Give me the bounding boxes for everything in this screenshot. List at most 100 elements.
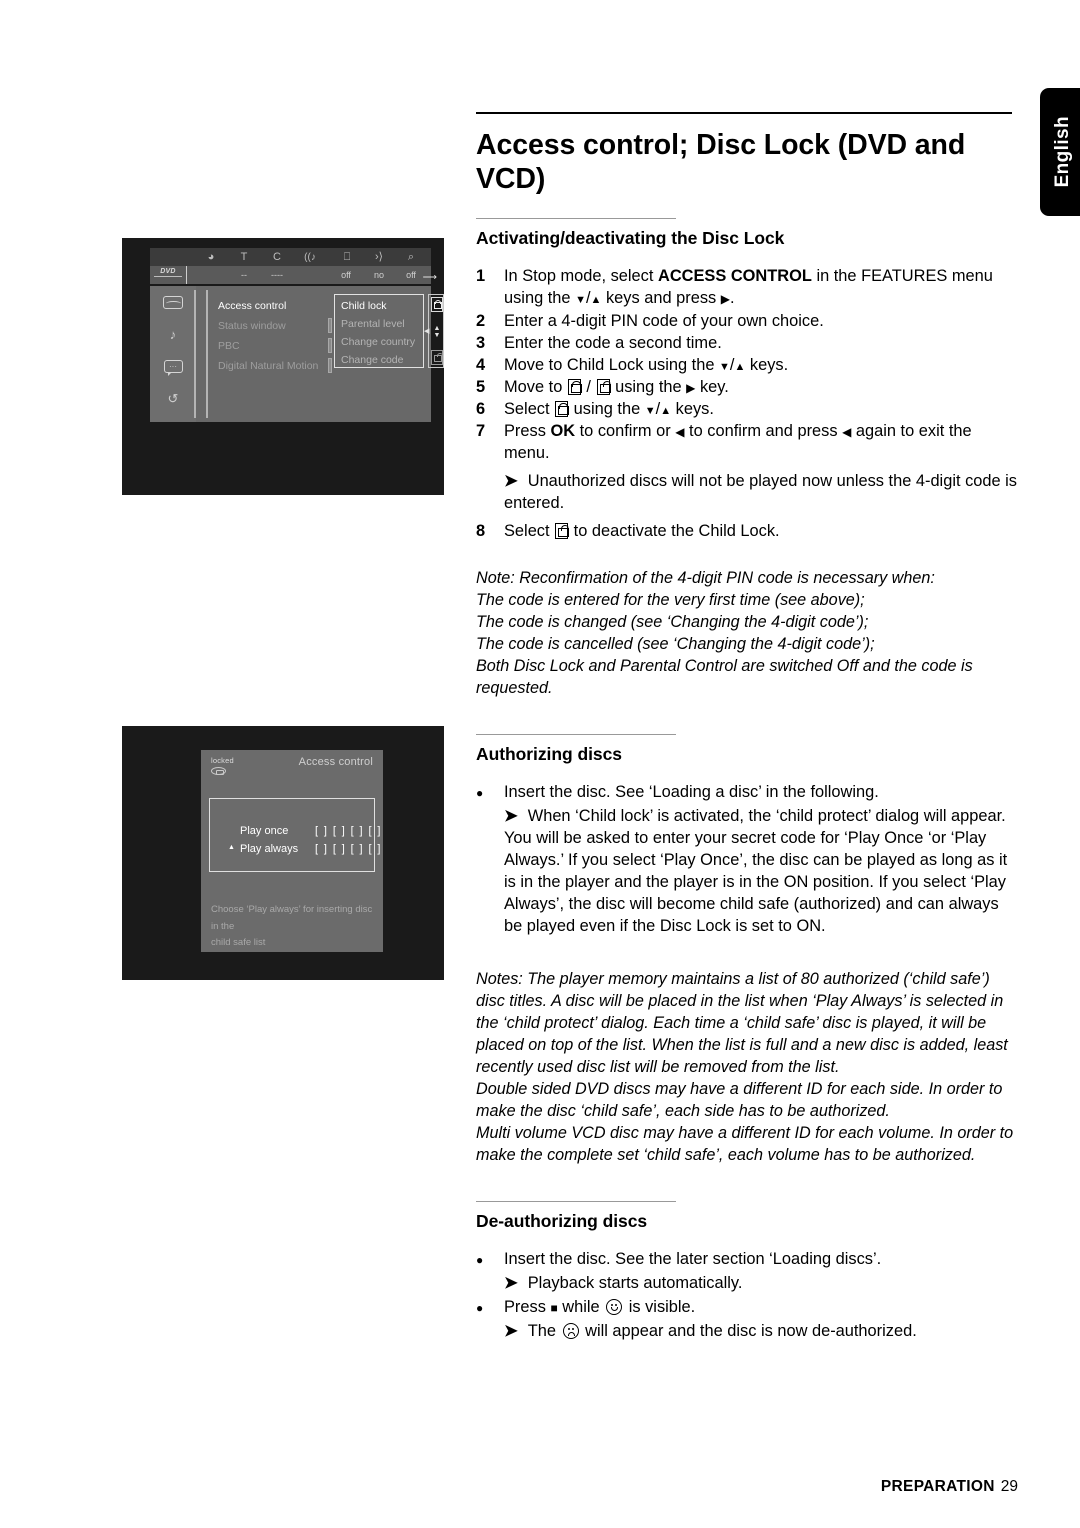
step-text: Enter the code a second time. (504, 333, 722, 352)
step-item: 2 Enter a 4-digit PIN code of your own c… (476, 310, 1021, 332)
bullet-text: Insert the disc. See ‘Loading a disc’ in… (504, 782, 879, 801)
bullet-item: Insert the disc. See ‘Loading a disc’ in… (476, 781, 1021, 803)
submenu-item-parental-level[interactable]: Parental level (341, 315, 425, 333)
left-arrow-icon: ◀ (424, 328, 430, 335)
content-column: Access control; Disc Lock (DVD and VCD) … (476, 112, 1021, 1348)
osd-sidebar-divider (194, 290, 196, 418)
zoom-icon: ⌕ (407, 251, 415, 263)
disc-icon: ◕ (207, 251, 215, 263)
step-item: 5 Move to / using the key. (476, 376, 1021, 398)
submenu-item-change-code[interactable]: Change code (341, 351, 425, 369)
dialog-hint: Choose ‘Play always’ for inserting disc … (211, 902, 377, 952)
osd-toolbar-icons-row (150, 248, 431, 266)
up-arrow-icon (660, 400, 671, 418)
chapter-value: ---- (271, 270, 283, 280)
lock-closed-icon (555, 400, 570, 417)
play-once-label: Play once (240, 825, 289, 837)
down-arrow-icon (575, 289, 586, 307)
steps-list: 1 In Stop mode, select ACCESS CONTROL in… (476, 265, 1021, 542)
lock-closed-icon[interactable] (431, 297, 443, 312)
step-result-text: Unauthorized discs will not be played no… (504, 471, 1017, 512)
arrow-bullet-icon: ➤ (504, 471, 518, 490)
osd-divider (186, 266, 187, 284)
note-line: Both Disc Lock and Parental Control are … (476, 656, 973, 697)
frowning-face-icon (562, 1323, 579, 1340)
language-icon: ··· (160, 356, 186, 378)
note-paragraph: Notes: The player memory maintains a lis… (476, 970, 1008, 1077)
menu-item-status-window[interactable]: Status window (218, 316, 330, 336)
step-number: 8 (476, 522, 486, 541)
section-rule (476, 218, 676, 220)
step-number: 6 (476, 399, 486, 418)
toolbar-arrow-icon: ⟶ (422, 272, 437, 283)
osd-menu-list: Access control Status window PBC Digital… (206, 290, 444, 418)
step-number: 5 (476, 377, 486, 396)
section-rule (476, 1200, 676, 1202)
step-number: 7 (476, 421, 486, 440)
note-line: Note: Reconfirmation of the 4-digit PIN … (476, 569, 935, 588)
child-protect-panel: locked Access control Play once [ ] [ ] … (201, 750, 383, 952)
note-line: The code is entered for the very first t… (476, 591, 865, 610)
bullet-result-text: Playback starts automatically. (527, 1273, 743, 1292)
option-row-play-always[interactable]: ▲ Play always [ ] [ ] [ ] [ ] (210, 839, 380, 859)
step-text: In Stop mode, select ACCESS CONTROL in t… (504, 265, 1021, 309)
note-line: The code is changed (see ‘Changing the 4… (476, 613, 869, 632)
screenshot-dvd-menu: DVD ◕ T C ((♪ ⎕ ›⟩ ⌕ -- ---- off no off … (122, 238, 444, 495)
step-number: 4 (476, 355, 486, 374)
play-always-code-field[interactable]: [ ] [ ] [ ] [ ] (315, 839, 382, 859)
osd-toolbar: DVD ◕ T C ((♪ ⎕ ›⟩ ⌕ -- ---- off no off … (150, 248, 437, 284)
step-text: Move to / using the key. (504, 376, 1021, 398)
play-always-label: Play always (240, 843, 299, 855)
note-block-activating: Note: Reconfirmation of the 4-digit PIN … (476, 568, 1021, 700)
lock-open-icon (555, 523, 570, 540)
osd-lock-selector[interactable]: ◀ ▲ ▼ (424, 294, 444, 368)
language-tab-label: English (1052, 116, 1073, 188)
up-arrow-icon (734, 356, 745, 374)
down-arrow-icon (645, 400, 656, 418)
step-text: Select to deactivate the Child Lock. (504, 522, 780, 541)
step-item: 6 Select using the / keys. (476, 398, 1021, 420)
smiley-face-icon (606, 1298, 623, 1315)
step-number: 3 (476, 333, 486, 352)
page-title: Access control; Disc Lock (DVD and VCD) (476, 129, 966, 196)
bullet-result-note: ➤ Playback starts automatically. (504, 1272, 1021, 1294)
title-rule (476, 112, 1012, 114)
step-result-note: ➤ Unauthorized discs will not be played n… (504, 470, 1021, 514)
bullet-result-note: ➤ When ‘Child lock’ is activated, the ‘ch… (504, 805, 1021, 937)
bullet-dot-icon (476, 1248, 504, 1270)
bullet-result-text: When ‘Child lock’ is activated, the ‘chi… (504, 806, 1008, 936)
menu-item-access-control[interactable]: Access control (218, 296, 330, 316)
dialog-title: Access control (298, 756, 373, 768)
dialog-hint-line1: Choose ‘Play always’ for inserting disc … (211, 904, 373, 932)
play-once-code-field[interactable]: [ ] [ ] [ ] [ ] (315, 821, 382, 841)
bullet-result-text: The will appear and the disc is now de-a… (527, 1322, 917, 1341)
section-heading-deauthorizing: De-authorizing discs (476, 1210, 648, 1231)
screenshot-child-protect-dialog: locked Access control Play once [ ] [ ] … (122, 726, 444, 980)
bullet-result-note: ➤ The will appear and the disc is now de-… (504, 1320, 1021, 1342)
note-paragraph: Double sided DVD discs may have a differ… (476, 1080, 1003, 1120)
left-arrow-icon (842, 422, 851, 440)
step-item: 8 Select to deactivate the Child Lock. (476, 520, 1021, 542)
audio-icon: ((♪ (304, 252, 316, 263)
sound-icon: ♪ (169, 327, 177, 342)
down-arrow-icon (719, 356, 730, 374)
option-row-play-once[interactable]: Play once [ ] [ ] [ ] [ ] (210, 821, 380, 841)
menu-item-pbc[interactable]: PBC (218, 336, 330, 356)
step-number: 1 (476, 267, 486, 286)
lock-open-icon[interactable] (431, 350, 443, 365)
page-footer: PREPARATION 29 (881, 1478, 1018, 1496)
step-item: 3 Enter the code a second time. (476, 332, 1021, 354)
section-heading-activating: Activating/deactivating the Disc Lock (476, 228, 785, 249)
angle-icon: ›⟩ (375, 251, 383, 263)
step-text: Enter a 4-digit PIN code of your own cho… (504, 311, 824, 330)
step-number: 2 (476, 311, 486, 330)
menu-item-digital-natural-motion[interactable]: Digital Natural Motion (218, 356, 330, 376)
arrow-bullet-icon: ➤ (504, 806, 518, 825)
bullet-item: Insert the disc. See the later section ‘… (476, 1248, 1021, 1270)
step-text: Move to Child Lock using the / keys. (504, 354, 1021, 376)
submenu-item-child-lock[interactable]: Child lock (341, 297, 425, 315)
title-icon: T (240, 251, 248, 263)
submenu-item-change-country[interactable]: Change country (341, 333, 425, 351)
subtitle-value: off (341, 270, 351, 280)
lock-closed-icon (567, 378, 582, 395)
